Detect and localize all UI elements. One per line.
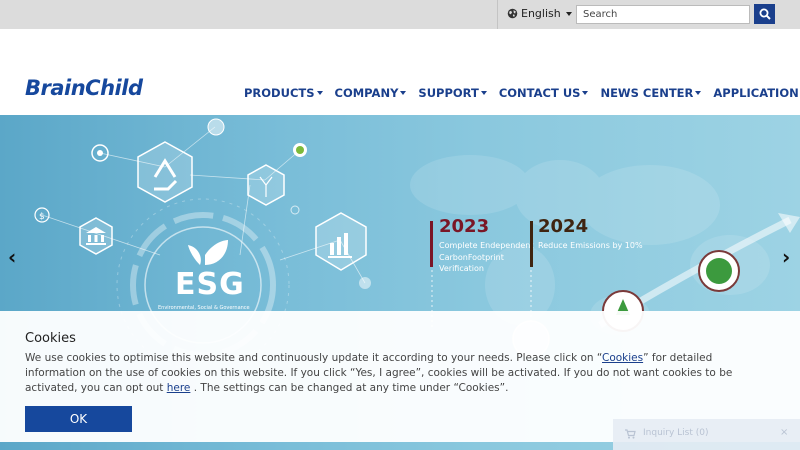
milestone-bar [430,221,433,267]
inquiry-label: Inquiry List (0) [643,428,709,438]
topbar-divider [497,0,498,29]
cookies-link[interactable]: Cookies [602,352,643,364]
opt-out-link[interactable]: here [167,382,191,394]
nav-company[interactable]: COMPANY [335,86,407,100]
svg-text:$: $ [39,212,45,222]
cookie-text-part: We use cookies to optimise this website … [25,352,602,364]
chevron-down-icon [565,11,572,16]
globe-icon [507,8,518,19]
cookie-text: We use cookies to optimise this website … [25,351,775,396]
inquiry-list-tab[interactable]: Inquiry List (0) × [613,419,800,450]
brainchild-logo[interactable]: BrainChild [25,76,143,100]
nav-label: APPLICATION [713,86,799,100]
cookie-text-part: . The settings can be changed at any tim… [190,382,509,394]
esg-title: ESG [175,267,245,302]
nav-label: SUPPORT [418,86,479,100]
language-selector[interactable]: English [507,7,572,20]
cookie-ok-button[interactable]: OK [25,406,132,432]
nav-label: NEWS CENTER [600,86,694,100]
people-icon [207,118,225,136]
milestone-text: Complete Endependent CarbonFootprint Ver… [439,241,534,273]
chevron-down-icon [695,91,702,95]
nav-support[interactable]: SUPPORT [418,86,487,100]
close-icon[interactable]: × [780,427,788,438]
cookie-title: Cookies [25,331,76,346]
nav-label: PRODUCTS [244,86,315,100]
search-button[interactable] [754,4,775,24]
nav-label: COMPANY [334,86,399,100]
milestone-year: 2023 [439,216,490,237]
milestone-bar [530,221,533,267]
search-icon [759,8,771,20]
milestone-text: Reduce Emissions by 10% [538,241,643,250]
chevron-down-icon [400,91,407,95]
cart-icon [625,429,636,439]
chevron-down-icon [582,91,589,95]
nav-news-center[interactable]: NEWS CENTER [600,86,702,100]
search-input[interactable] [576,5,750,24]
chevron-down-icon [480,91,487,95]
prev-slide-button[interactable]: ‹ [8,245,16,269]
leaf-node-icon [359,277,371,289]
nav-label: CONTACT US [498,86,581,100]
top-utility-bar: English [0,0,800,29]
chevron-down-icon [316,91,323,95]
language-label: English [521,7,561,20]
next-slide-button[interactable]: › [782,245,790,269]
nav-contact-us[interactable]: CONTACT US [499,86,589,100]
nav-application[interactable]: APPLICATION [713,86,800,100]
chevron-right-icon: › [782,245,791,269]
milestone-year: 2024 [538,216,589,237]
nav-products[interactable]: PRODUCTS [244,86,323,100]
chevron-left-icon: ‹ [8,245,17,269]
main-nav: PRODUCTS COMPANY SUPPORT CONTACT US NEWS… [244,86,800,100]
